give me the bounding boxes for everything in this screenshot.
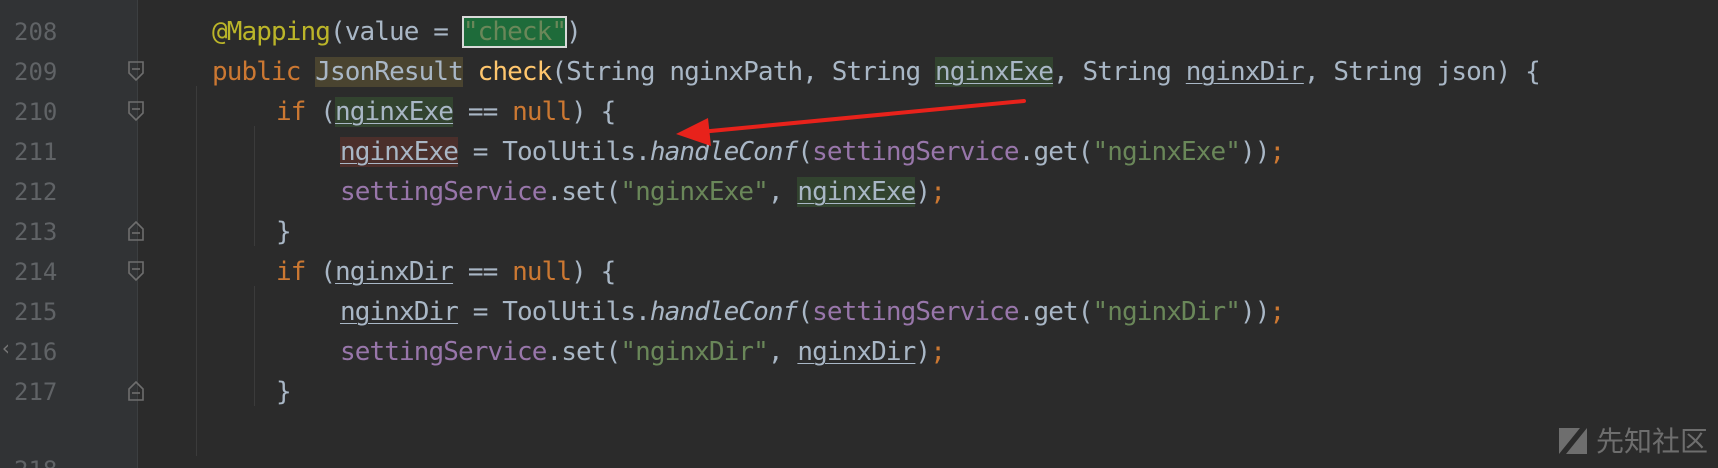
- watermark: 先知社区: [1556, 420, 1708, 460]
- watermark-text: 先知社区: [1595, 425, 1708, 458]
- red-arrow-icon: [676, 99, 1026, 146]
- xianzhi-logo-icon: [1558, 428, 1587, 454]
- code-editor[interactable]: ‹ 208 @Mapping(value = "check") 209 publ…: [0, 0, 1718, 468]
